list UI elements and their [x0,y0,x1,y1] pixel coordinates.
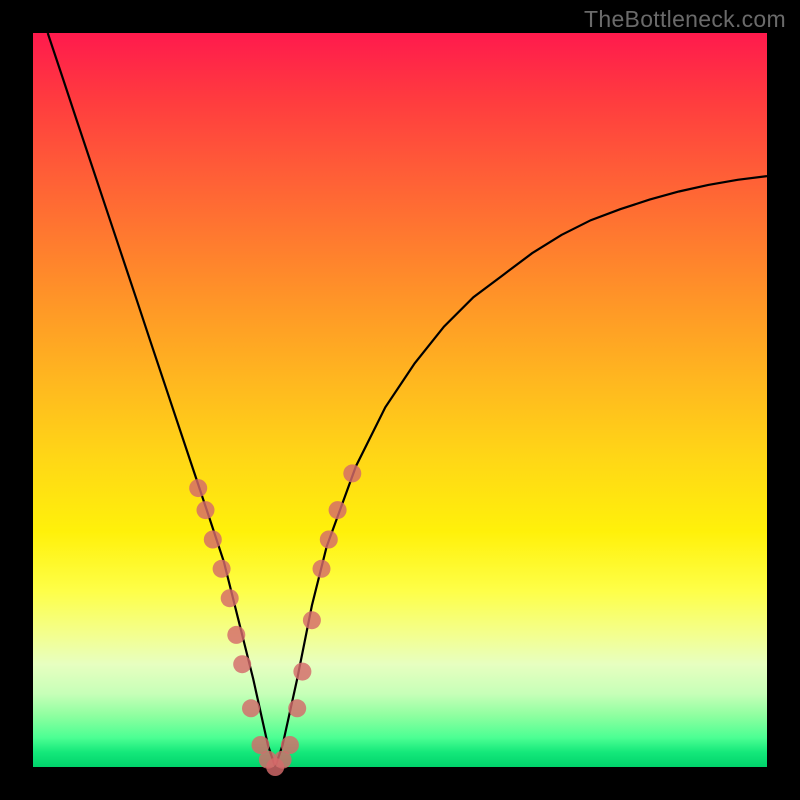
data-marker [288,699,306,717]
data-marker [329,501,347,519]
curve-svg [33,33,767,767]
data-marker [213,560,231,578]
data-marker [242,699,260,717]
data-marker [197,501,215,519]
markers-group [189,464,361,776]
data-marker [303,611,321,629]
chart-frame: TheBottleneck.com [0,0,800,800]
plot-area [33,33,767,767]
data-marker [293,663,311,681]
data-marker [233,655,251,673]
data-marker [313,560,331,578]
watermark-text: TheBottleneck.com [584,6,786,33]
data-marker [189,479,207,497]
data-marker [227,626,245,644]
bottleneck-curve [48,33,767,767]
data-marker [221,589,239,607]
data-marker [320,531,338,549]
data-marker [204,531,222,549]
data-marker [281,736,299,754]
data-marker [343,464,361,482]
